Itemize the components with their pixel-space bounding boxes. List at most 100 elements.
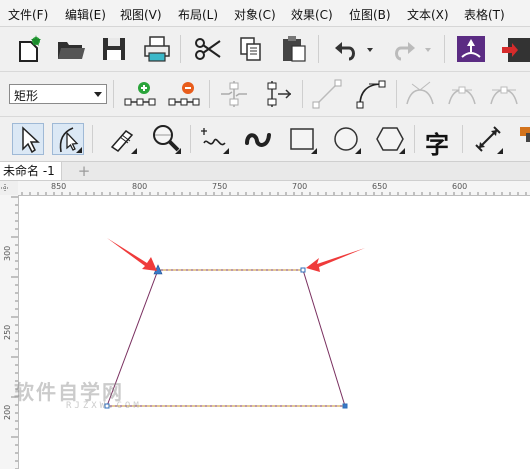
toolbar-separator	[302, 80, 303, 108]
flyout-indicator	[223, 148, 229, 154]
toolbar-separator	[209, 80, 210, 108]
break-curve-icon	[267, 81, 292, 107]
ruler-origin[interactable]	[0, 181, 19, 196]
connector-tool-button[interactable]	[516, 123, 530, 155]
horizontal-ruler[interactable]: 850 800 750 700 650 600	[18, 181, 530, 196]
property-bar: 矩形	[0, 72, 530, 117]
object-type-select[interactable]: 矩形	[9, 84, 107, 104]
cusp-node-button[interactable]	[404, 78, 436, 110]
convert-to-line-button[interactable]	[311, 78, 343, 110]
text-tool-glyph: 字	[425, 131, 449, 159]
document-tab-bar: 未命名 -1 +	[0, 162, 530, 181]
redo-button[interactable]	[388, 33, 420, 65]
ruler-label: 650	[372, 182, 388, 191]
break-curve-button[interactable]	[262, 78, 294, 110]
trapezoid-shape[interactable]	[106, 269, 346, 407]
ruler-label: 800	[132, 182, 148, 191]
toolbar-separator	[396, 80, 397, 108]
menu-bar: 文件(F) 编辑(E) 视图(V) 布局(L) 对象(C) 效果(C) 位图(B…	[0, 0, 530, 27]
path-node[interactable]	[300, 267, 306, 273]
pick-tool-button[interactable]	[12, 123, 44, 155]
zoom-tool-button[interactable]	[150, 123, 182, 155]
polygon-tool-button[interactable]	[374, 123, 406, 155]
smooth-node-icon	[448, 86, 476, 105]
ruler-label: 700	[292, 182, 308, 191]
artistic-media-button[interactable]	[242, 123, 274, 155]
annotation-arrow-right	[306, 248, 365, 272]
annotation-arrow-left	[107, 238, 157, 271]
import-icon	[457, 36, 485, 62]
toolbar-separator	[414, 125, 415, 153]
dimension-tool-button[interactable]	[472, 123, 504, 155]
scissors-icon	[195, 38, 221, 60]
line-segment-icon	[312, 79, 342, 109]
join-nodes-icon	[221, 81, 247, 107]
ruler-label: 300	[3, 245, 12, 261]
add-tab-button[interactable]: +	[74, 162, 94, 180]
flyout-indicator	[76, 147, 82, 153]
toolbar-separator	[92, 125, 93, 153]
flyout-indicator	[355, 148, 361, 154]
text-tool-button[interactable]: 字	[422, 123, 454, 159]
symmetric-node-icon	[490, 86, 518, 105]
print-button[interactable]	[141, 33, 173, 65]
shape-tool-button[interactable]	[52, 123, 84, 155]
menu-view[interactable]: 视图(V)	[120, 6, 162, 23]
add-node-button[interactable]	[124, 78, 156, 110]
menu-text[interactable]: 文本(X)	[407, 6, 449, 23]
export-button[interactable]	[500, 33, 530, 65]
copy-button[interactable]	[235, 33, 267, 65]
open-button[interactable]	[55, 33, 87, 65]
drawing-canvas[interactable]	[19, 196, 530, 469]
add-node-icon	[124, 82, 156, 106]
menu-file[interactable]: 文件(F)	[8, 6, 48, 23]
artistic-brush-icon	[245, 133, 271, 147]
menu-object[interactable]: 对象(C)	[234, 6, 276, 23]
vertical-ruler[interactable]: 300 250 200	[0, 195, 19, 469]
delete-node-button[interactable]	[168, 78, 200, 110]
toolbox: 字	[0, 117, 530, 162]
redo-dropdown[interactable]	[420, 33, 436, 65]
document-tab[interactable]: 未命名 -1	[0, 162, 62, 180]
connector-icon	[520, 127, 530, 142]
import-button[interactable]	[455, 33, 487, 65]
toolbar-separator	[113, 80, 114, 108]
delete-node-icon	[168, 82, 200, 106]
flyout-indicator	[175, 148, 181, 154]
cut-button[interactable]	[192, 33, 224, 65]
paste-button[interactable]	[278, 33, 310, 65]
pointer-arrow-icon	[22, 126, 40, 154]
undo-dropdown[interactable]	[362, 33, 378, 65]
ellipse-tool-button[interactable]	[330, 123, 362, 155]
menu-layout[interactable]: 布局(L)	[178, 6, 218, 23]
menu-table[interactable]: 表格(T)	[464, 6, 505, 23]
standard-toolbar	[0, 27, 530, 72]
toolbar-separator	[462, 125, 463, 153]
floppy-disk-icon	[103, 38, 125, 60]
flyout-indicator	[497, 148, 503, 154]
chevron-down-icon	[367, 48, 373, 52]
crop-tool-button[interactable]	[106, 123, 138, 155]
save-button[interactable]	[98, 33, 130, 65]
toolbar-separator	[444, 35, 445, 63]
join-nodes-button[interactable]	[218, 78, 250, 110]
convert-to-curve-button[interactable]	[355, 78, 387, 110]
freehand-tool-button[interactable]	[198, 123, 230, 155]
undo-button[interactable]	[330, 33, 362, 65]
symmetric-node-button[interactable]	[488, 78, 520, 110]
curve-segment-icon	[356, 80, 386, 109]
flyout-indicator	[131, 148, 137, 154]
menu-bitmaps[interactable]: 位图(B)	[349, 6, 391, 23]
ruler-label: 200	[3, 404, 12, 420]
chevron-down-icon	[94, 92, 102, 97]
chevron-down-icon	[425, 48, 431, 52]
rectangle-tool-button[interactable]	[286, 123, 318, 155]
undo-icon	[335, 42, 355, 61]
menu-edit[interactable]: 编辑(E)	[65, 6, 106, 23]
redo-icon	[395, 42, 415, 61]
smooth-node-button[interactable]	[446, 78, 478, 110]
menu-effects[interactable]: 效果(C)	[291, 6, 333, 23]
canvas-drawing	[104, 238, 365, 409]
new-document-button[interactable]	[12, 33, 44, 65]
path-node[interactable]	[342, 403, 348, 409]
